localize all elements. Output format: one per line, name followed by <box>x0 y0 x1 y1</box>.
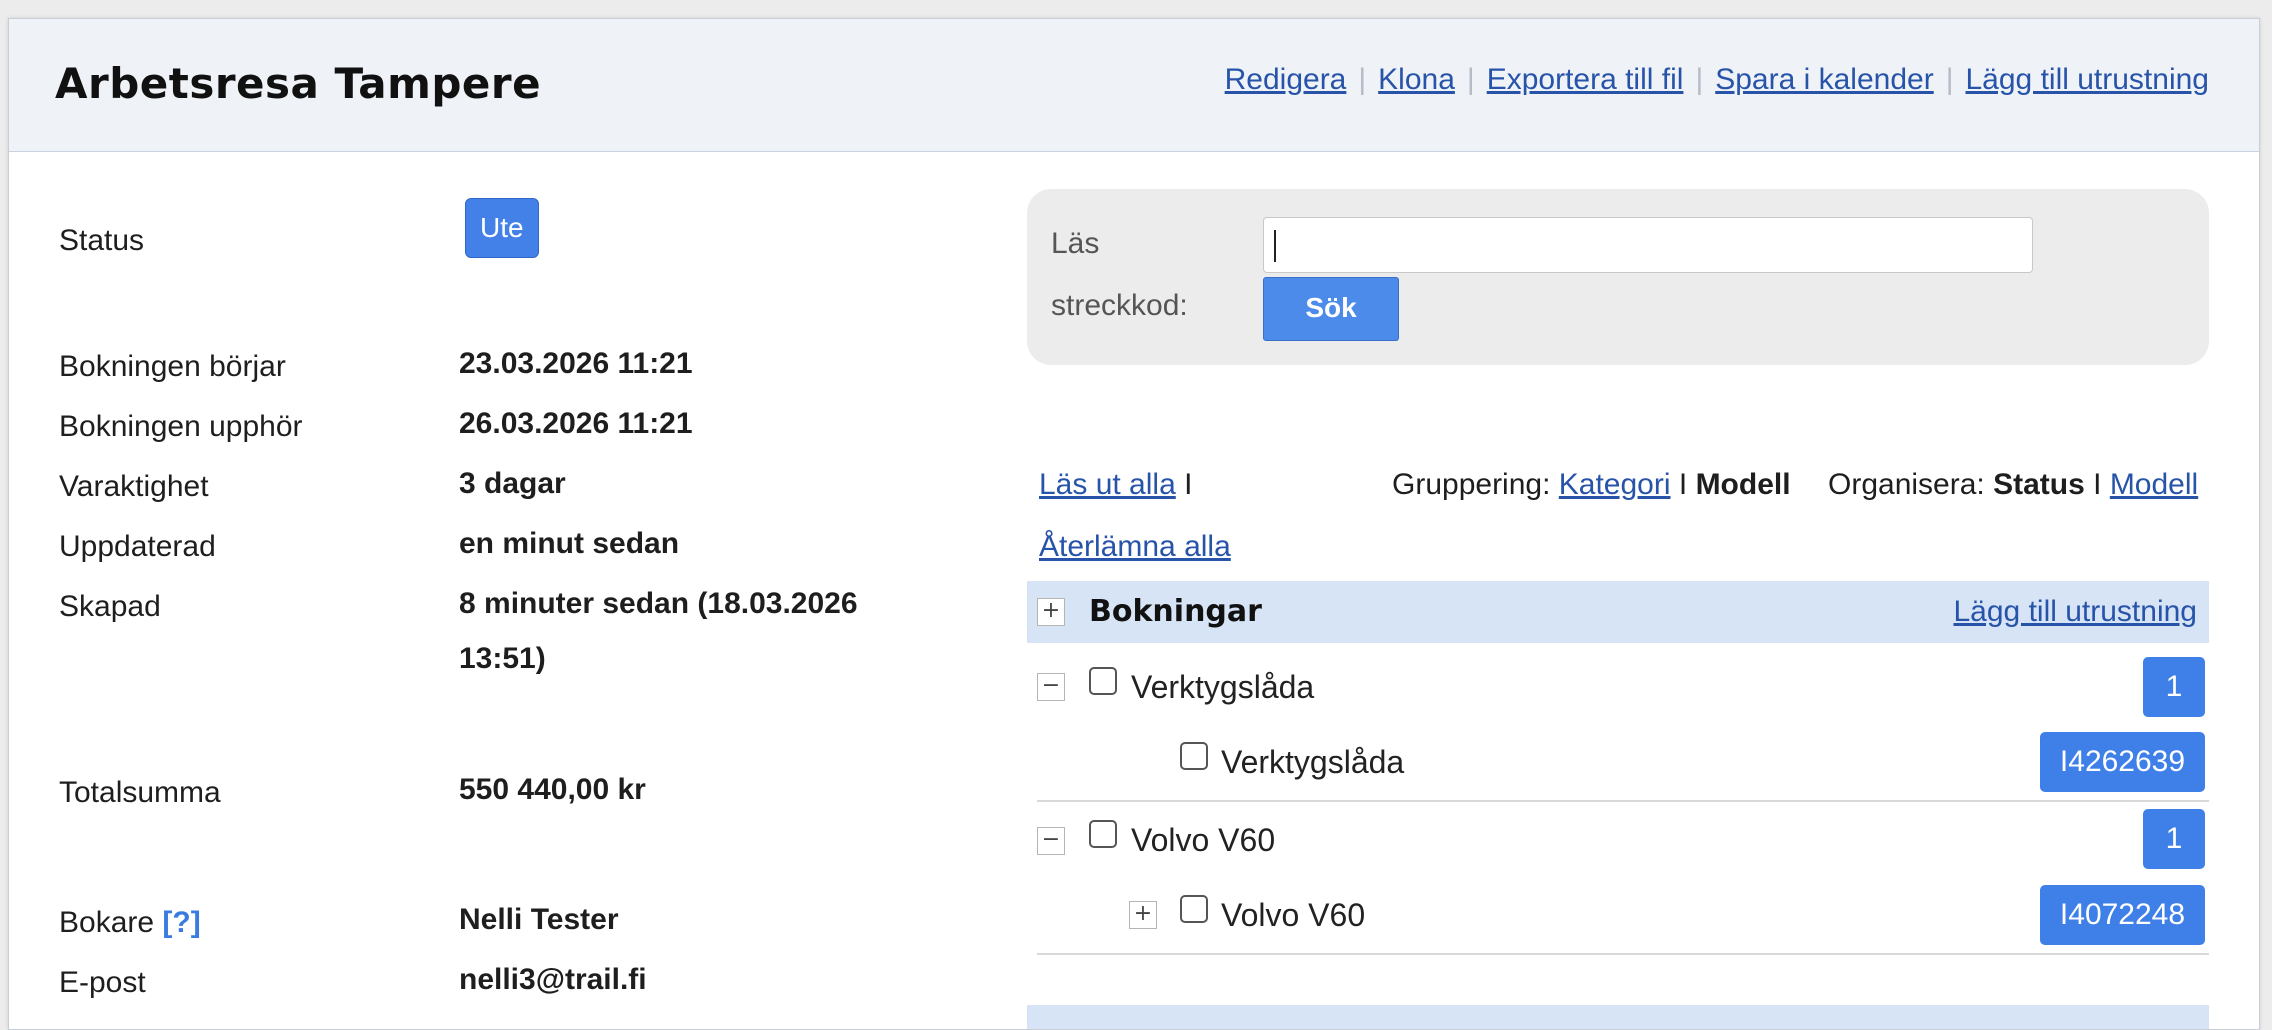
barcode-label: Läs <box>1051 227 1100 260</box>
updated-value: en minut sedan <box>459 527 680 560</box>
booker-help-link[interactable]: [?] <box>162 906 200 939</box>
clone-link[interactable]: Klona <box>1378 63 1455 96</box>
updated-label: Uppdaterad <box>59 530 216 563</box>
model-label: Verktygslåda <box>1131 669 1315 705</box>
status-label: Status <box>59 224 145 257</box>
row-divider <box>1037 953 2209 955</box>
created-value: 8 minuter sedan (18.03.2026 <box>459 587 858 620</box>
duration-value: 3 dagar <box>459 467 566 500</box>
email-value: nelli3@trail.fi <box>459 963 647 996</box>
end-label: Bokningen upphör <box>59 410 303 443</box>
return-controls: Återlämna alla <box>1039 530 1231 564</box>
expand-toggle[interactable]: + <box>1037 598 1065 626</box>
row-divider <box>1037 800 2209 802</box>
group-title: Bokningar <box>1089 594 1262 629</box>
created-label: Skapad <box>59 590 161 623</box>
created-value-time: 13:51) <box>459 642 546 675</box>
booker-value: Nelli Tester <box>459 903 619 936</box>
save-calendar-link[interactable]: Spara i kalender <box>1715 63 1933 96</box>
divider: I <box>1184 468 1193 501</box>
text-caret <box>1274 230 1276 262</box>
unit-id-badge: I4072248 <box>2040 885 2205 945</box>
separator: | <box>1358 63 1367 96</box>
unit-label: Verktygslåda <box>1221 744 1405 780</box>
duration-label: Varaktighet <box>59 470 209 503</box>
count-badge: 1 <box>2143 809 2205 869</box>
model-checkbox[interactable] <box>1089 667 1117 695</box>
page-title: Arbetsresa Tampere <box>55 59 542 108</box>
grouping-model-active: Modell <box>1695 468 1791 501</box>
checkout-all-link[interactable]: Läs ut alla <box>1039 468 1176 501</box>
organize-controls: Organisera: Status I Modell <box>1828 468 2198 502</box>
group-add-equipment-link[interactable]: Lägg till utrustning <box>1954 595 2198 629</box>
model-label: Volvo V60 <box>1131 822 1276 858</box>
start-value: 23.03.2026 11:21 <box>459 347 693 380</box>
next-group-header <box>1027 1005 2209 1029</box>
status-badge: Ute <box>465 198 539 258</box>
unit-label: Volvo V60 <box>1221 897 1366 933</box>
grouping-controls: Gruppering: Kategori I Modell <box>1392 468 1791 502</box>
end-value: 26.03.2026 11:21 <box>459 407 693 440</box>
email-label: E-post <box>59 966 146 999</box>
collapse-toggle[interactable]: − <box>1037 827 1065 855</box>
unit-checkbox[interactable] <box>1180 742 1208 770</box>
collapse-toggle[interactable]: − <box>1037 673 1065 701</box>
booker-label-wrap: Bokare [?] <box>59 906 201 940</box>
return-all-link[interactable]: Återlämna alla <box>1039 530 1231 563</box>
header-actions: Redigera | Klona | Exportera till fil | Spara … <box>1225 63 2209 97</box>
grouping-category-link[interactable]: Kategori <box>1559 468 1671 501</box>
booking-header: Arbetsresa Tampere Redigera | Klona | Export… <box>9 19 2259 152</box>
export-link[interactable]: Exportera till fil <box>1487 63 1684 96</box>
unit-checkbox[interactable] <box>1180 895 1208 923</box>
divider: I <box>2093 468 2102 501</box>
separator: | <box>1945 63 1954 96</box>
organize-status-active: Status <box>1993 468 2085 501</box>
model-checkbox[interactable] <box>1089 820 1117 848</box>
total-value: 550 440,00 kr <box>459 773 646 806</box>
expand-toggle[interactable]: + <box>1129 901 1157 929</box>
booking-window: Arbetsresa Tampere Redigera | Klona | Export… <box>8 18 2260 1030</box>
unit-id-badge: I4262639 <box>2040 732 2205 792</box>
bookings-group-header: + Bokningar Lägg till utrustning <box>1027 581 2209 643</box>
search-button[interactable]: Sök <box>1263 277 1399 341</box>
divider: I <box>1678 468 1688 501</box>
booker-label: Bokare <box>59 906 155 939</box>
separator: | <box>1695 63 1704 96</box>
barcode-label-cont: streckkod: <box>1051 289 1188 322</box>
count-badge: 1 <box>2143 657 2205 717</box>
add-equipment-link[interactable]: Lägg till utrustning <box>1966 63 2210 96</box>
grouping-label: Gruppering: <box>1392 468 1551 501</box>
organize-label: Organisera: <box>1828 468 1985 501</box>
checkout-controls: Läs ut alla I <box>1039 468 1192 502</box>
separator: | <box>1466 63 1475 96</box>
edit-link[interactable]: Redigera <box>1225 63 1347 96</box>
organize-model-link[interactable]: Modell <box>2110 468 2198 501</box>
total-label: Totalsumma <box>59 776 221 809</box>
start-label: Bokningen börjar <box>59 350 286 383</box>
barcode-scan-panel: Läs streckkod: Sök <box>1027 189 2209 365</box>
barcode-input[interactable] <box>1263 217 2033 273</box>
